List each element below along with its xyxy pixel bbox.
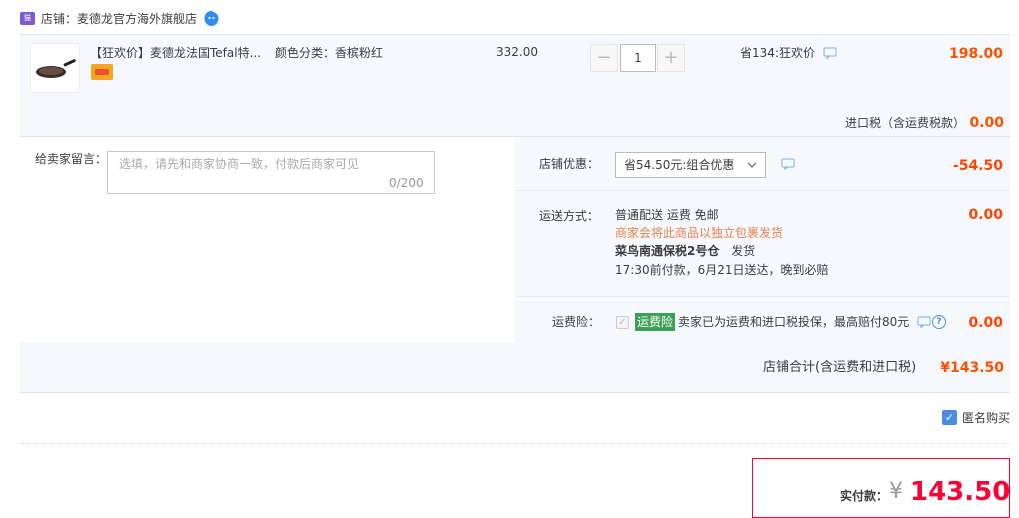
payment-label: 实付款： bbox=[840, 489, 889, 503]
payment-currency: ¥ bbox=[889, 479, 903, 504]
discount-info: 省134:狂欢价 bbox=[740, 45, 837, 61]
warehouse-name: 菜鸟南通保税2号仓 bbox=[615, 244, 720, 258]
shipping-notice: 商家会将此商品以独立包裹发货 bbox=[615, 226, 784, 240]
seller-note-char-count: 0/200 bbox=[389, 176, 424, 190]
divider bbox=[515, 190, 1010, 191]
product-thumbnail[interactable] bbox=[30, 43, 80, 93]
seller-note-label: 给卖家留言： bbox=[35, 152, 108, 166]
shipping-label: 运送方式： bbox=[539, 209, 600, 223]
wangwang-chat-icon[interactable] bbox=[203, 10, 220, 27]
tmall-cat-icon: 猫 bbox=[20, 12, 35, 25]
payment-card-icon bbox=[91, 64, 113, 80]
shipping-warehouse: 菜鸟南通保税2号仓 发货 bbox=[615, 242, 755, 260]
warehouse-suffix: 发货 bbox=[731, 244, 756, 258]
anonymous-purchase-checkbox[interactable]: ✓ bbox=[942, 410, 957, 425]
comment-icon[interactable] bbox=[781, 158, 795, 170]
product-title[interactable]: 【狂欢价】麦德龙法国Tefal特... bbox=[90, 45, 261, 61]
quantity-decrease-button[interactable]: − bbox=[590, 44, 618, 72]
seller-note-placeholder: 选填，请先和商家协商一致，付款后商家可见 bbox=[119, 157, 360, 171]
help-icon[interactable]: ? bbox=[932, 315, 946, 329]
insurance-value: 0.00 bbox=[968, 315, 1003, 331]
shop-promo-value: -54.50 bbox=[952, 158, 1003, 174]
insurance-badge: 运费险 bbox=[635, 313, 676, 331]
import-tax-label: 进口税（含运费税款） bbox=[845, 116, 966, 130]
unit-price: 332.00 bbox=[496, 45, 538, 59]
divider bbox=[515, 296, 1010, 297]
product-sku: 颜色分类：香槟粉红 bbox=[275, 46, 384, 60]
anonymous-purchase-label[interactable]: 匿名购买 bbox=[962, 410, 1010, 426]
discount-label: 省134:狂欢价 bbox=[740, 46, 815, 60]
shop-total-label: 店铺合计(含运费和进口税) bbox=[763, 360, 917, 375]
quantity-increase-button[interactable]: + bbox=[657, 44, 685, 72]
insurance-text: 卖家已为运费和进口税投保，最高赔付80元 bbox=[678, 315, 910, 329]
import-tax-value: 0.00 bbox=[969, 115, 1004, 131]
insurance-checkbox[interactable]: ✓ bbox=[616, 316, 629, 329]
shop-total-value: ¥143.50 bbox=[940, 360, 1004, 376]
shop-promo-selected: 省54.50元:组合优惠 bbox=[624, 158, 735, 172]
shop-promo-label: 店铺优惠： bbox=[539, 157, 600, 171]
quantity-input[interactable] bbox=[620, 44, 656, 72]
insurance-label: 运费险： bbox=[552, 315, 601, 329]
comment-icon[interactable] bbox=[823, 47, 837, 60]
divider bbox=[20, 443, 1010, 444]
shop-name[interactable]: 店铺：麦德龙官方海外旗舰店 bbox=[41, 11, 197, 27]
chevron-down-icon bbox=[747, 162, 757, 168]
comment-icon[interactable] bbox=[917, 316, 931, 328]
shop-promo-select[interactable]: 省54.50元:组合优惠 bbox=[615, 152, 766, 178]
shipping-eta: 17:30前付款，6月21日送达，晚到必赔 bbox=[615, 263, 829, 277]
shipping-method: 普通配送 运费 免邮 bbox=[615, 208, 719, 222]
item-total-price: 198.00 bbox=[948, 46, 1003, 62]
payment-amount: 143.50 bbox=[910, 477, 1011, 507]
shipping-value: 0.00 bbox=[968, 207, 1003, 223]
